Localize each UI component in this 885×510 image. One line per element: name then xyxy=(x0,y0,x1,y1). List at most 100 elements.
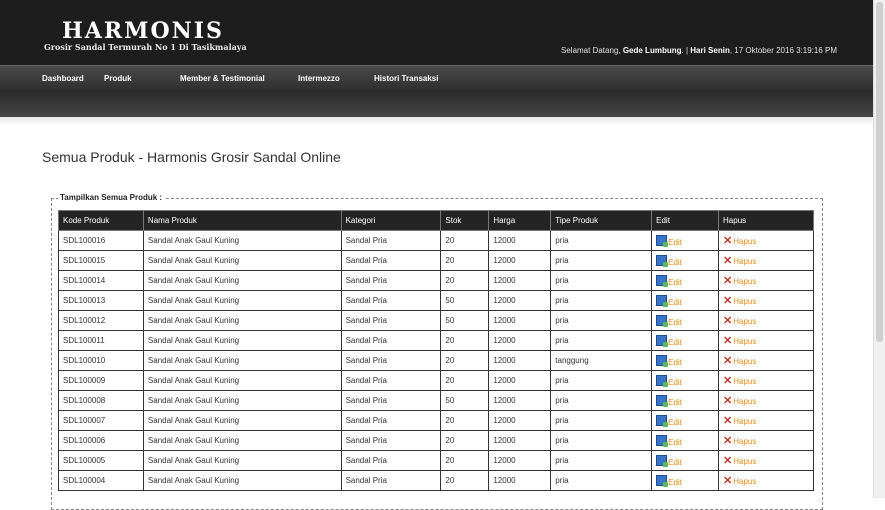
cell-nama: Sandal Anak Gaul Kuning xyxy=(142,270,342,291)
hapus-link[interactable]: ✕Hapus xyxy=(723,435,756,447)
cell-stok: 20 xyxy=(440,470,490,491)
hapus-link[interactable]: ✕Hapus xyxy=(723,335,756,347)
edit-label: Edit xyxy=(668,297,682,307)
hapus-link[interactable]: ✕Hapus xyxy=(723,255,756,267)
cell-stok: 50 xyxy=(440,310,490,331)
col-header-harga: Harga xyxy=(488,210,552,231)
edit-link[interactable]: Edit xyxy=(656,314,682,327)
edit-link[interactable]: Edit xyxy=(656,414,682,427)
header-shadow xyxy=(0,117,874,125)
cell-edit: Edit xyxy=(651,310,720,331)
cell-edit: Edit xyxy=(651,430,720,451)
edit-link[interactable]: Edit xyxy=(656,354,682,367)
cell-nama: Sandal Anak Gaul Kuning xyxy=(142,450,342,471)
day-name: Hari Senin xyxy=(690,46,730,55)
tagline: Grosir Sandal Termurah No 1 Di Tasikmala… xyxy=(44,42,247,52)
cell-edit: Edit xyxy=(651,410,720,431)
hapus-link[interactable]: ✕Hapus xyxy=(723,395,756,407)
cell-kategori: Sandal Pria xyxy=(340,330,442,351)
cell-harga: 12000 xyxy=(488,330,552,351)
edit-label: Edit xyxy=(668,437,682,447)
cell-kode: SDL100007 xyxy=(58,410,144,431)
cell-stok: 20 xyxy=(440,230,490,251)
edit-label: Edit xyxy=(668,257,682,267)
hapus-link[interactable]: ✕Hapus xyxy=(723,355,756,367)
vertical-scrollbar[interactable] xyxy=(873,0,885,498)
nav-intermezzo[interactable]: Intermezzo xyxy=(298,74,340,83)
nav-histori-transaksi[interactable]: Histori Transaksi xyxy=(374,74,438,83)
edit-link[interactable]: Edit xyxy=(656,454,682,467)
hapus-link[interactable]: ✕Hapus xyxy=(723,455,756,467)
edit-link[interactable]: Edit xyxy=(656,334,682,347)
hapus-link[interactable]: ✕Hapus xyxy=(723,295,757,307)
table-row: SDL100005 Sandal Anak Gaul Kuning Sandal P… xyxy=(58,450,814,471)
scrollbar-thumb[interactable] xyxy=(876,2,883,342)
col-header-nama: Nama Produk xyxy=(142,210,342,231)
delete-x-icon: ✕ xyxy=(723,395,733,407)
hapus-link[interactable]: ✕Hapus xyxy=(723,415,756,427)
cell-harga: 12000 xyxy=(488,370,552,391)
cell-edit: Edit xyxy=(651,370,720,391)
cell-hapus: ✕Hapus xyxy=(718,270,814,291)
hapus-label: Hapus xyxy=(733,277,757,286)
edit-link[interactable]: Edit xyxy=(656,434,682,447)
cell-hapus: ✕Hapus xyxy=(718,430,814,451)
edit-link[interactable]: Edit xyxy=(656,474,682,487)
cell-kategori: Sandal Pria xyxy=(340,230,442,251)
edit-icon xyxy=(656,334,669,347)
col-header-kategori: Kategori xyxy=(340,210,442,231)
cell-edit: Edit xyxy=(651,270,720,291)
edit-link[interactable]: Edit xyxy=(656,274,682,287)
hapus-link[interactable]: ✕Hapus xyxy=(723,315,756,327)
cell-kategori: Sandal Pria xyxy=(340,290,442,311)
nav-dashboard[interactable]: Dashboard xyxy=(42,74,84,83)
hapus-link[interactable]: ✕Hapus xyxy=(723,475,757,487)
cell-stok: 20 xyxy=(440,330,490,351)
edit-link[interactable]: Edit xyxy=(656,394,682,407)
col-header-tipe: Tipe Produk xyxy=(550,210,653,231)
cell-kategori: Sandal Pria xyxy=(340,250,442,271)
edit-link[interactable]: Edit xyxy=(656,254,682,267)
edit-link[interactable]: Edit xyxy=(656,374,682,387)
cell-harga: 12000 xyxy=(488,230,552,251)
cell-stok: 50 xyxy=(440,290,490,311)
col-header-edit: Edit xyxy=(651,210,720,231)
edit-link[interactable]: Edit xyxy=(656,294,682,307)
cell-harga: 12000 xyxy=(488,410,552,431)
delete-x-icon: ✕ xyxy=(723,335,733,347)
datetime: , 17 Oktober 2016 3:19:16 PM xyxy=(729,46,838,55)
cell-kode: SDL100013 xyxy=(58,290,144,311)
nav-member-testimonial[interactable]: Member & Testimonial xyxy=(180,74,265,83)
cell-tipe: tanggung xyxy=(550,350,653,371)
cell-harga: 12000 xyxy=(488,270,552,291)
cell-kategori: Sandal Pria xyxy=(340,370,442,391)
top-header: HARMONIS Grosir Sandal Termurah No 1 Di … xyxy=(0,0,874,65)
hapus-label: Hapus xyxy=(733,477,757,486)
cell-hapus: ✕Hapus xyxy=(718,450,814,471)
edit-label: Edit xyxy=(668,317,682,327)
edit-icon xyxy=(656,294,669,307)
edit-link[interactable]: Edit xyxy=(656,234,682,247)
table-row: SDL100004 Sandal Anak Gaul Kuning Sandal P… xyxy=(58,470,814,491)
hapus-label: Hapus xyxy=(733,297,757,306)
cell-harga: 12000 xyxy=(488,450,552,471)
hapus-link[interactable]: ✕Hapus xyxy=(723,275,757,287)
cell-stok: 20 xyxy=(440,410,490,431)
cell-tipe: pria xyxy=(550,390,653,411)
edit-icon xyxy=(656,374,669,387)
cell-kode: SDL100010 xyxy=(58,350,144,371)
hapus-link[interactable]: ✕Hapus xyxy=(723,375,756,387)
delete-x-icon: ✕ xyxy=(723,455,733,467)
cell-hapus: ✕Hapus xyxy=(718,470,814,491)
logo[interactable]: HARMONIS xyxy=(62,18,224,44)
table-row: SDL100016 Sandal Anak Gaul Kuning Sandal P… xyxy=(58,230,814,251)
welcome-separator: . | xyxy=(681,46,689,55)
cell-hapus: ✕Hapus xyxy=(718,370,814,391)
hapus-link[interactable]: ✕Hapus xyxy=(723,235,756,247)
cell-stok: 20 xyxy=(440,370,490,391)
cell-hapus: ✕Hapus xyxy=(718,390,814,411)
edit-label: Edit xyxy=(668,477,682,487)
cell-stok: 20 xyxy=(440,270,490,291)
table-body: SDL100016 Sandal Anak Gaul Kuning Sandal P… xyxy=(58,230,814,491)
nav-produk[interactable]: Produk xyxy=(104,74,132,83)
